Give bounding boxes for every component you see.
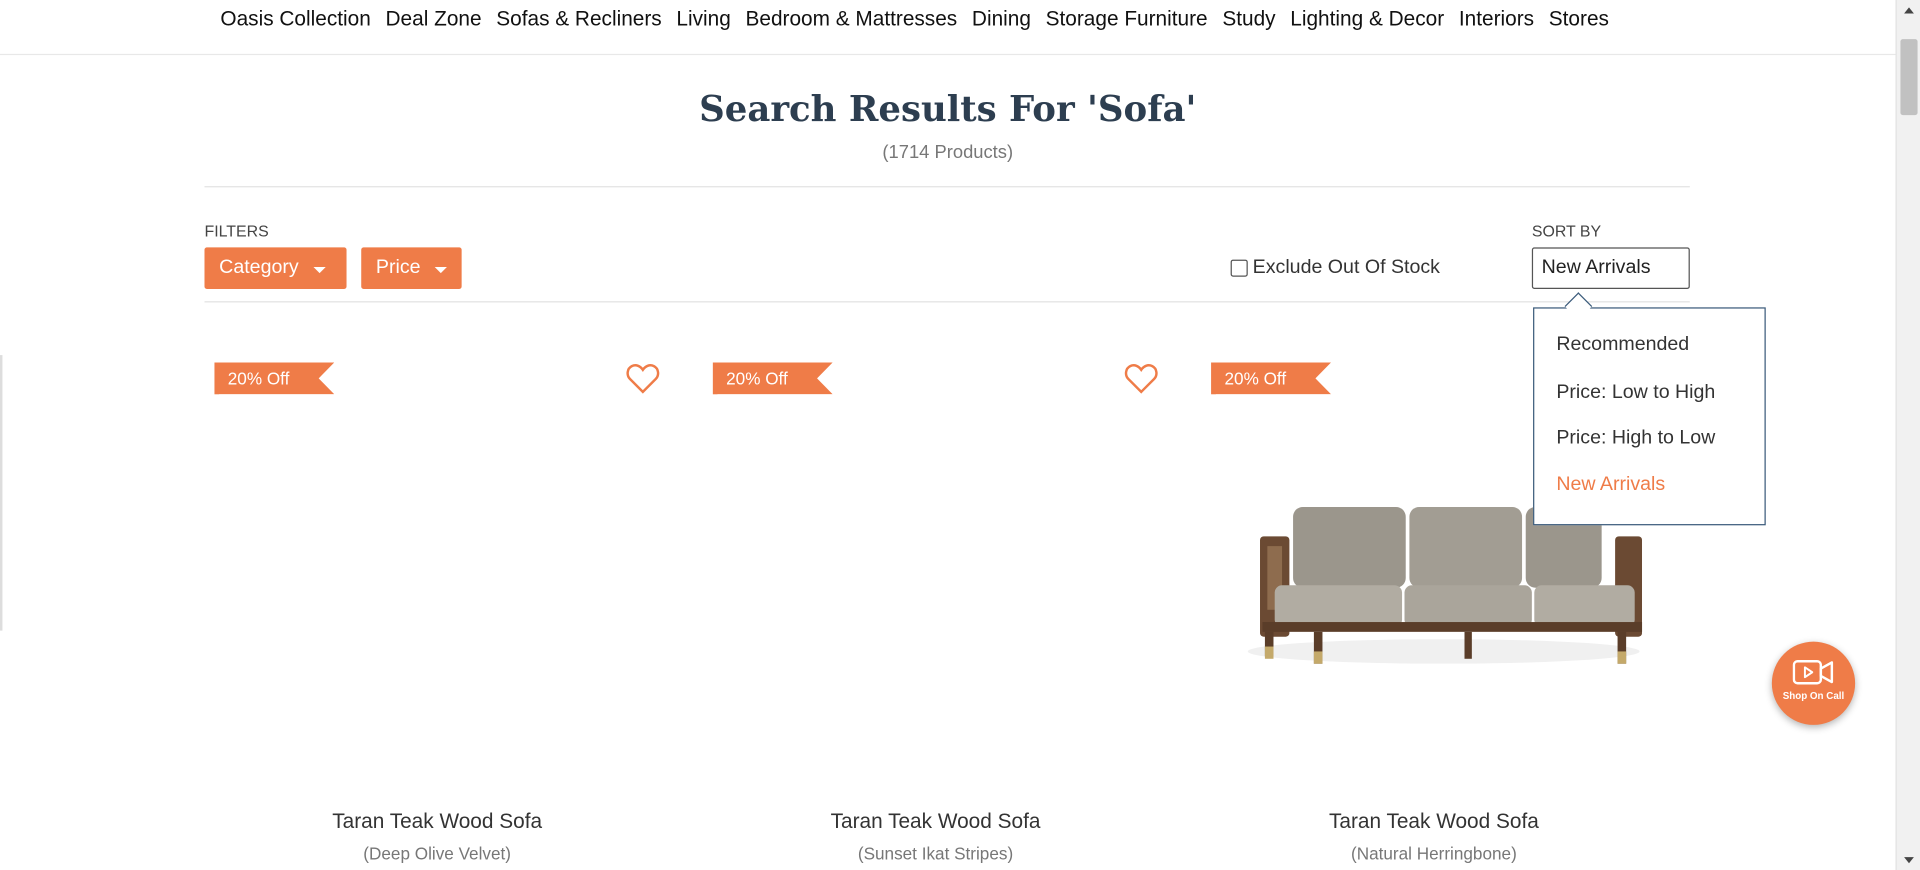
nav-item-stores[interactable]: Stores xyxy=(1549,7,1609,31)
product-variant: (Deep Olive Velvet) xyxy=(363,843,511,864)
shop-on-call-button[interactable]: Shop On Call xyxy=(1771,641,1856,725)
nav-item-deal-zone[interactable]: Deal Zone xyxy=(386,7,482,31)
product-card[interactable]: 20% Off Taran Teak Wood Sofa (Sunset Ika… xyxy=(703,343,1168,870)
sort-option-price-high-low[interactable]: Price: High to Low xyxy=(1556,427,1715,449)
sort-by-label: SORT BY xyxy=(1531,221,1602,241)
product-card[interactable]: 20% Off Taran Teak Wood Sofa (Deep Olive… xyxy=(204,343,669,870)
video-call-icon xyxy=(1792,660,1834,685)
nav-item-storage-furniture[interactable]: Storage Furniture xyxy=(1046,7,1208,31)
sort-option-recommended[interactable]: Recommended xyxy=(1556,334,1689,356)
nav-item-oasis-collection[interactable]: Oasis Collection xyxy=(220,7,370,31)
product-name[interactable]: Taran Teak Wood Sofa xyxy=(1201,809,1666,833)
product-variant: (Sunset Ikat Stripes) xyxy=(857,843,1014,864)
divider xyxy=(204,301,1690,303)
sort-select[interactable]: New Arrivals xyxy=(1531,247,1690,289)
heart-icon[interactable] xyxy=(1124,362,1158,394)
sort-option-price-low-high[interactable]: Price: Low to High xyxy=(1556,382,1715,404)
product-name[interactable]: Taran Teak Wood Sofa xyxy=(703,809,1168,833)
product-count: (1714 Products) xyxy=(882,142,1014,163)
left-edge-divider xyxy=(0,355,3,631)
shop-on-call-label: Shop On Call xyxy=(1782,690,1845,702)
scrollbar-thumb[interactable] xyxy=(1900,39,1918,116)
main-nav: Oasis Collection Deal Zone Sofas & Recli… xyxy=(0,0,1896,56)
nav-item-bedroom-mattresses[interactable]: Bedroom & Mattresses xyxy=(745,7,957,31)
sort-option-new-arrivals[interactable]: New Arrivals xyxy=(1556,474,1665,496)
page-scrollbar[interactable] xyxy=(1895,0,1920,870)
nav-item-dining[interactable]: Dining xyxy=(972,7,1031,31)
scroll-up-icon[interactable] xyxy=(1904,7,1914,14)
page-title: Search Results For 'Sofa' xyxy=(699,88,1197,130)
discount-badge: 20% Off xyxy=(1211,362,1332,395)
category-filter-label: Category xyxy=(219,257,299,278)
nav-item-lighting-decor[interactable]: Lighting & Decor xyxy=(1290,7,1444,31)
filters-label: FILTERS xyxy=(204,221,269,241)
category-filter-button[interactable]: Category xyxy=(204,247,347,289)
heart-icon[interactable] xyxy=(626,362,660,394)
exclude-out-of-stock-checkbox[interactable] xyxy=(1230,259,1248,277)
discount-badge: 20% Off xyxy=(214,362,335,395)
product-name[interactable]: Taran Teak Wood Sofa xyxy=(204,809,669,833)
price-filter-button[interactable]: Price xyxy=(361,247,462,289)
price-filter-label: Price xyxy=(375,257,421,278)
sort-dropdown-menu: Recommended Price: Low to High Price: Hi… xyxy=(1533,307,1766,526)
nav-item-sofas-recliners[interactable]: Sofas & Recliners xyxy=(496,7,661,31)
exclude-out-of-stock[interactable]: Exclude Out Of Stock xyxy=(1230,257,1440,279)
discount-badge: 20% Off xyxy=(712,362,833,395)
product-variant: (Natural Herringbone) xyxy=(1350,843,1517,864)
scroll-down-icon[interactable] xyxy=(1904,857,1914,864)
divider xyxy=(204,186,1690,188)
nav-item-living[interactable]: Living xyxy=(676,7,730,31)
caret-down-icon xyxy=(435,266,448,274)
caret-down-icon xyxy=(313,266,326,274)
nav-item-study[interactable]: Study xyxy=(1222,7,1275,31)
nav-item-interiors[interactable]: Interiors xyxy=(1459,7,1534,31)
exclude-out-of-stock-label: Exclude Out Of Stock xyxy=(1252,257,1440,278)
